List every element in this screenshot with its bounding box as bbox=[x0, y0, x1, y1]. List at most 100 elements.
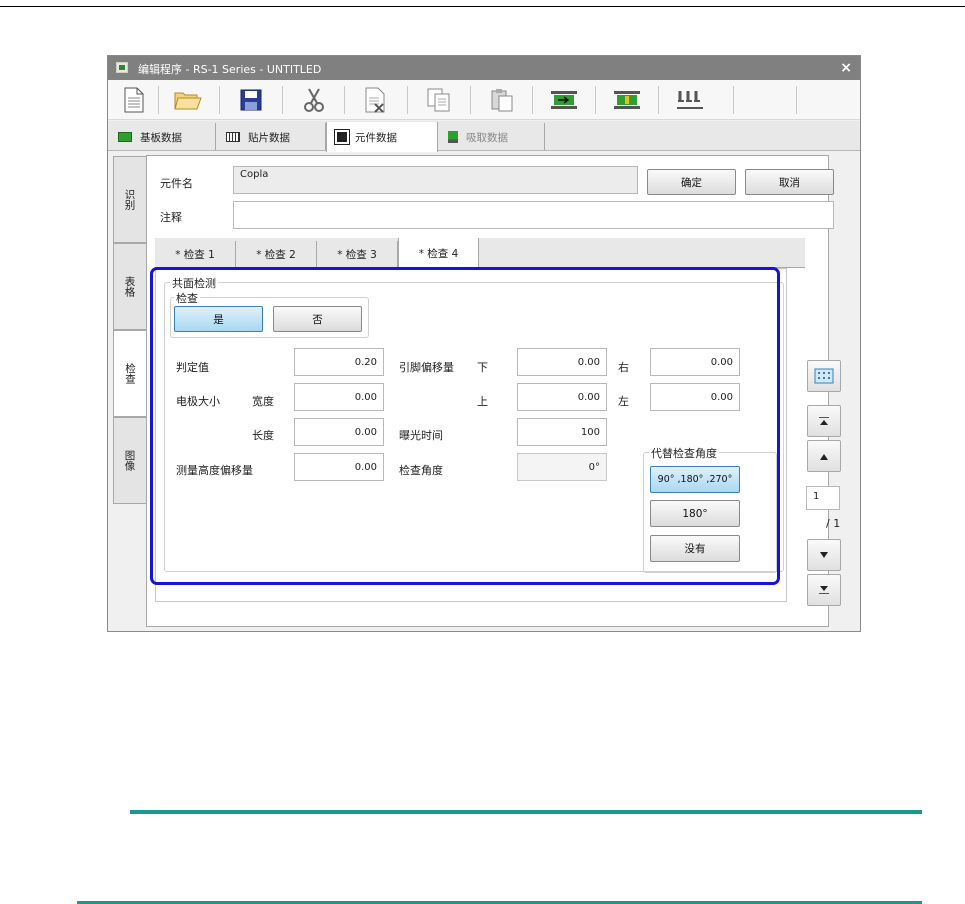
side-tab-recognition-label: 识别 bbox=[123, 189, 136, 210]
side-tab-inspection[interactable]: 检查 bbox=[113, 330, 147, 417]
tab-inspection-4-label: * 检查 4 bbox=[418, 248, 459, 260]
side-tab-image-label: 图像 bbox=[123, 450, 136, 471]
board-icon bbox=[118, 132, 132, 142]
close-button[interactable]: × bbox=[840, 60, 852, 76]
tab-board-data[interactable]: 基板数据 bbox=[108, 123, 216, 151]
previous-page-button[interactable] bbox=[807, 440, 841, 472]
board-arrow-icon[interactable] bbox=[546, 85, 582, 115]
side-tab-recognition[interactable]: 识别 bbox=[113, 156, 146, 243]
coplanarity-group-label: 共面检测 bbox=[170, 275, 218, 291]
tab-inspection-1-label: * 检查 1 bbox=[175, 249, 215, 261]
width-label: 宽度 bbox=[252, 395, 274, 408]
tab-placement-data[interactable]: 贴片数据 bbox=[216, 123, 326, 151]
length-label: 长度 bbox=[252, 429, 274, 442]
right-offset-input[interactable]: 0.00 bbox=[650, 348, 740, 376]
window-title: 编辑程序 - RS-1 Series - UNTITLED bbox=[138, 63, 322, 76]
top-tab-bar: 基板数据 贴片数据 元件数据 吸取数据 bbox=[108, 121, 860, 152]
open-folder-icon[interactable] bbox=[170, 85, 206, 115]
down-label: 下 bbox=[477, 361, 488, 374]
placement-icon bbox=[226, 132, 240, 142]
inspection-tab-bar: * 检查 1 * 检查 2 * 检查 3 * 检查 4 bbox=[155, 238, 805, 269]
app-icon bbox=[116, 62, 128, 73]
tab-inspection-3[interactable]: * 检查 3 bbox=[317, 241, 398, 268]
title-bar: 编辑程序 - RS-1 Series - UNTITLED × bbox=[108, 56, 860, 80]
side-tab-bar: 识别 表格 检查 图像 bbox=[113, 155, 147, 505]
side-tab-table[interactable]: 表格 bbox=[113, 243, 146, 330]
tab-pickup-data[interactable]: 吸取数据 bbox=[438, 123, 545, 151]
page-top-rule bbox=[0, 6, 965, 7]
comment-label: 注释 bbox=[160, 211, 182, 224]
side-tab-table-label: 表格 bbox=[123, 276, 136, 297]
tab-component-data[interactable]: 元件数据 bbox=[326, 122, 438, 152]
left-label: 左 bbox=[618, 395, 629, 408]
component-icon bbox=[337, 132, 347, 142]
main-panel: 元件名 Copla 确定 取消 注释 * 检查 1 * 检查 2 * 检查 3 … bbox=[146, 155, 834, 627]
board-insert-icon[interactable] bbox=[609, 85, 645, 115]
exposure-time-label: 曝光时间 bbox=[399, 429, 443, 442]
right-label: 右 bbox=[618, 361, 629, 374]
tab-inspection-2-label: * 检查 2 bbox=[256, 249, 296, 261]
tab-placement-data-label: 贴片数据 bbox=[248, 131, 290, 144]
tab-inspection-4[interactable]: * 检查 4 bbox=[398, 238, 479, 269]
last-page-icon bbox=[819, 586, 829, 594]
pickup-icon bbox=[448, 131, 458, 143]
tab-component-data-label: 元件数据 bbox=[355, 131, 397, 144]
cancel-button[interactable]: 取消 bbox=[745, 169, 834, 195]
up-offset-input[interactable]: 0.00 bbox=[517, 383, 607, 411]
delete-icon[interactable] bbox=[358, 85, 394, 115]
edit-program-window: 编辑程序 - RS-1 Series - UNTITLED × 基板数据 贴片数… bbox=[107, 55, 861, 632]
copy-icon[interactable] bbox=[421, 85, 457, 115]
side-tab-image[interactable]: 图像 bbox=[113, 417, 146, 504]
green-rule-upper bbox=[130, 810, 922, 814]
length-input[interactable]: 0.00 bbox=[294, 418, 384, 446]
coplanarity-panel: 共面检测 检查 是 否 判定值 0.20 电极大小 宽度 0.00 长度 0.0… bbox=[155, 268, 787, 602]
tab-inspection-1[interactable]: * 检查 1 bbox=[155, 241, 236, 268]
check-yes-button[interactable]: 是 bbox=[174, 306, 263, 332]
first-page-icon bbox=[819, 417, 829, 425]
tab-pickup-data-label: 吸取数据 bbox=[466, 131, 508, 144]
last-page-button[interactable] bbox=[807, 574, 841, 606]
next-page-button[interactable] bbox=[807, 539, 841, 571]
check-group-label: 检查 bbox=[174, 290, 200, 306]
next-page-icon bbox=[820, 551, 828, 558]
side-tab-inspection-label: 检查 bbox=[124, 363, 136, 384]
alt-angle-none-button[interactable]: 没有 bbox=[650, 535, 740, 562]
ok-button[interactable]: 确定 bbox=[647, 169, 736, 195]
page-number-input[interactable]: 1 bbox=[806, 486, 840, 510]
alt-angle-90-180-270-button[interactable]: 90° ,180° ,270° bbox=[650, 466, 740, 493]
paste-icon[interactable] bbox=[484, 85, 520, 115]
judge-value-input[interactable]: 0.20 bbox=[294, 348, 384, 376]
check-no-button[interactable]: 否 bbox=[273, 306, 362, 332]
exposure-time-input[interactable]: 100 bbox=[517, 418, 607, 446]
width-input[interactable]: 0.00 bbox=[294, 383, 384, 411]
alt-angle-180-button[interactable]: 180° bbox=[650, 500, 740, 527]
comment-field[interactable] bbox=[233, 201, 834, 229]
check-angle-label: 检查角度 bbox=[399, 464, 443, 477]
component-name-field[interactable]: Copla bbox=[233, 166, 638, 194]
electrode-size-label: 电极大小 bbox=[176, 395, 220, 408]
image-view-button[interactable] bbox=[807, 360, 841, 392]
height-offset-label: 测量高度偏移量 bbox=[176, 464, 253, 477]
nozzle-icon[interactable] bbox=[672, 85, 708, 115]
component-name-label: 元件名 bbox=[160, 177, 193, 190]
tab-inspection-2[interactable]: * 检查 2 bbox=[236, 241, 317, 268]
lead-offset-label: 引脚偏移量 bbox=[399, 361, 454, 374]
up-label: 上 bbox=[477, 395, 488, 408]
toolbar bbox=[108, 80, 860, 120]
content-area: 识别 表格 检查 图像 元件名 Copla 确定 取消 注释 * 检查 1 * … bbox=[113, 155, 855, 627]
alt-angle-group-label: 代替检查角度 bbox=[649, 445, 719, 461]
new-file-icon[interactable] bbox=[116, 85, 152, 115]
page-total: / 1 bbox=[826, 517, 841, 530]
save-icon[interactable] bbox=[233, 85, 269, 115]
first-page-button[interactable] bbox=[807, 405, 841, 437]
height-offset-input[interactable]: 0.00 bbox=[294, 453, 384, 481]
cut-icon[interactable] bbox=[296, 85, 332, 115]
check-angle-field: 0° bbox=[517, 453, 607, 481]
tab-inspection-3-label: * 检查 3 bbox=[337, 249, 377, 261]
down-offset-input[interactable]: 0.00 bbox=[517, 348, 607, 376]
judge-value-label: 判定值 bbox=[176, 361, 209, 374]
tab-board-data-label: 基板数据 bbox=[140, 131, 182, 144]
image-view-icon bbox=[814, 368, 834, 384]
previous-page-icon bbox=[820, 453, 828, 460]
left-offset-input[interactable]: 0.00 bbox=[650, 383, 740, 411]
